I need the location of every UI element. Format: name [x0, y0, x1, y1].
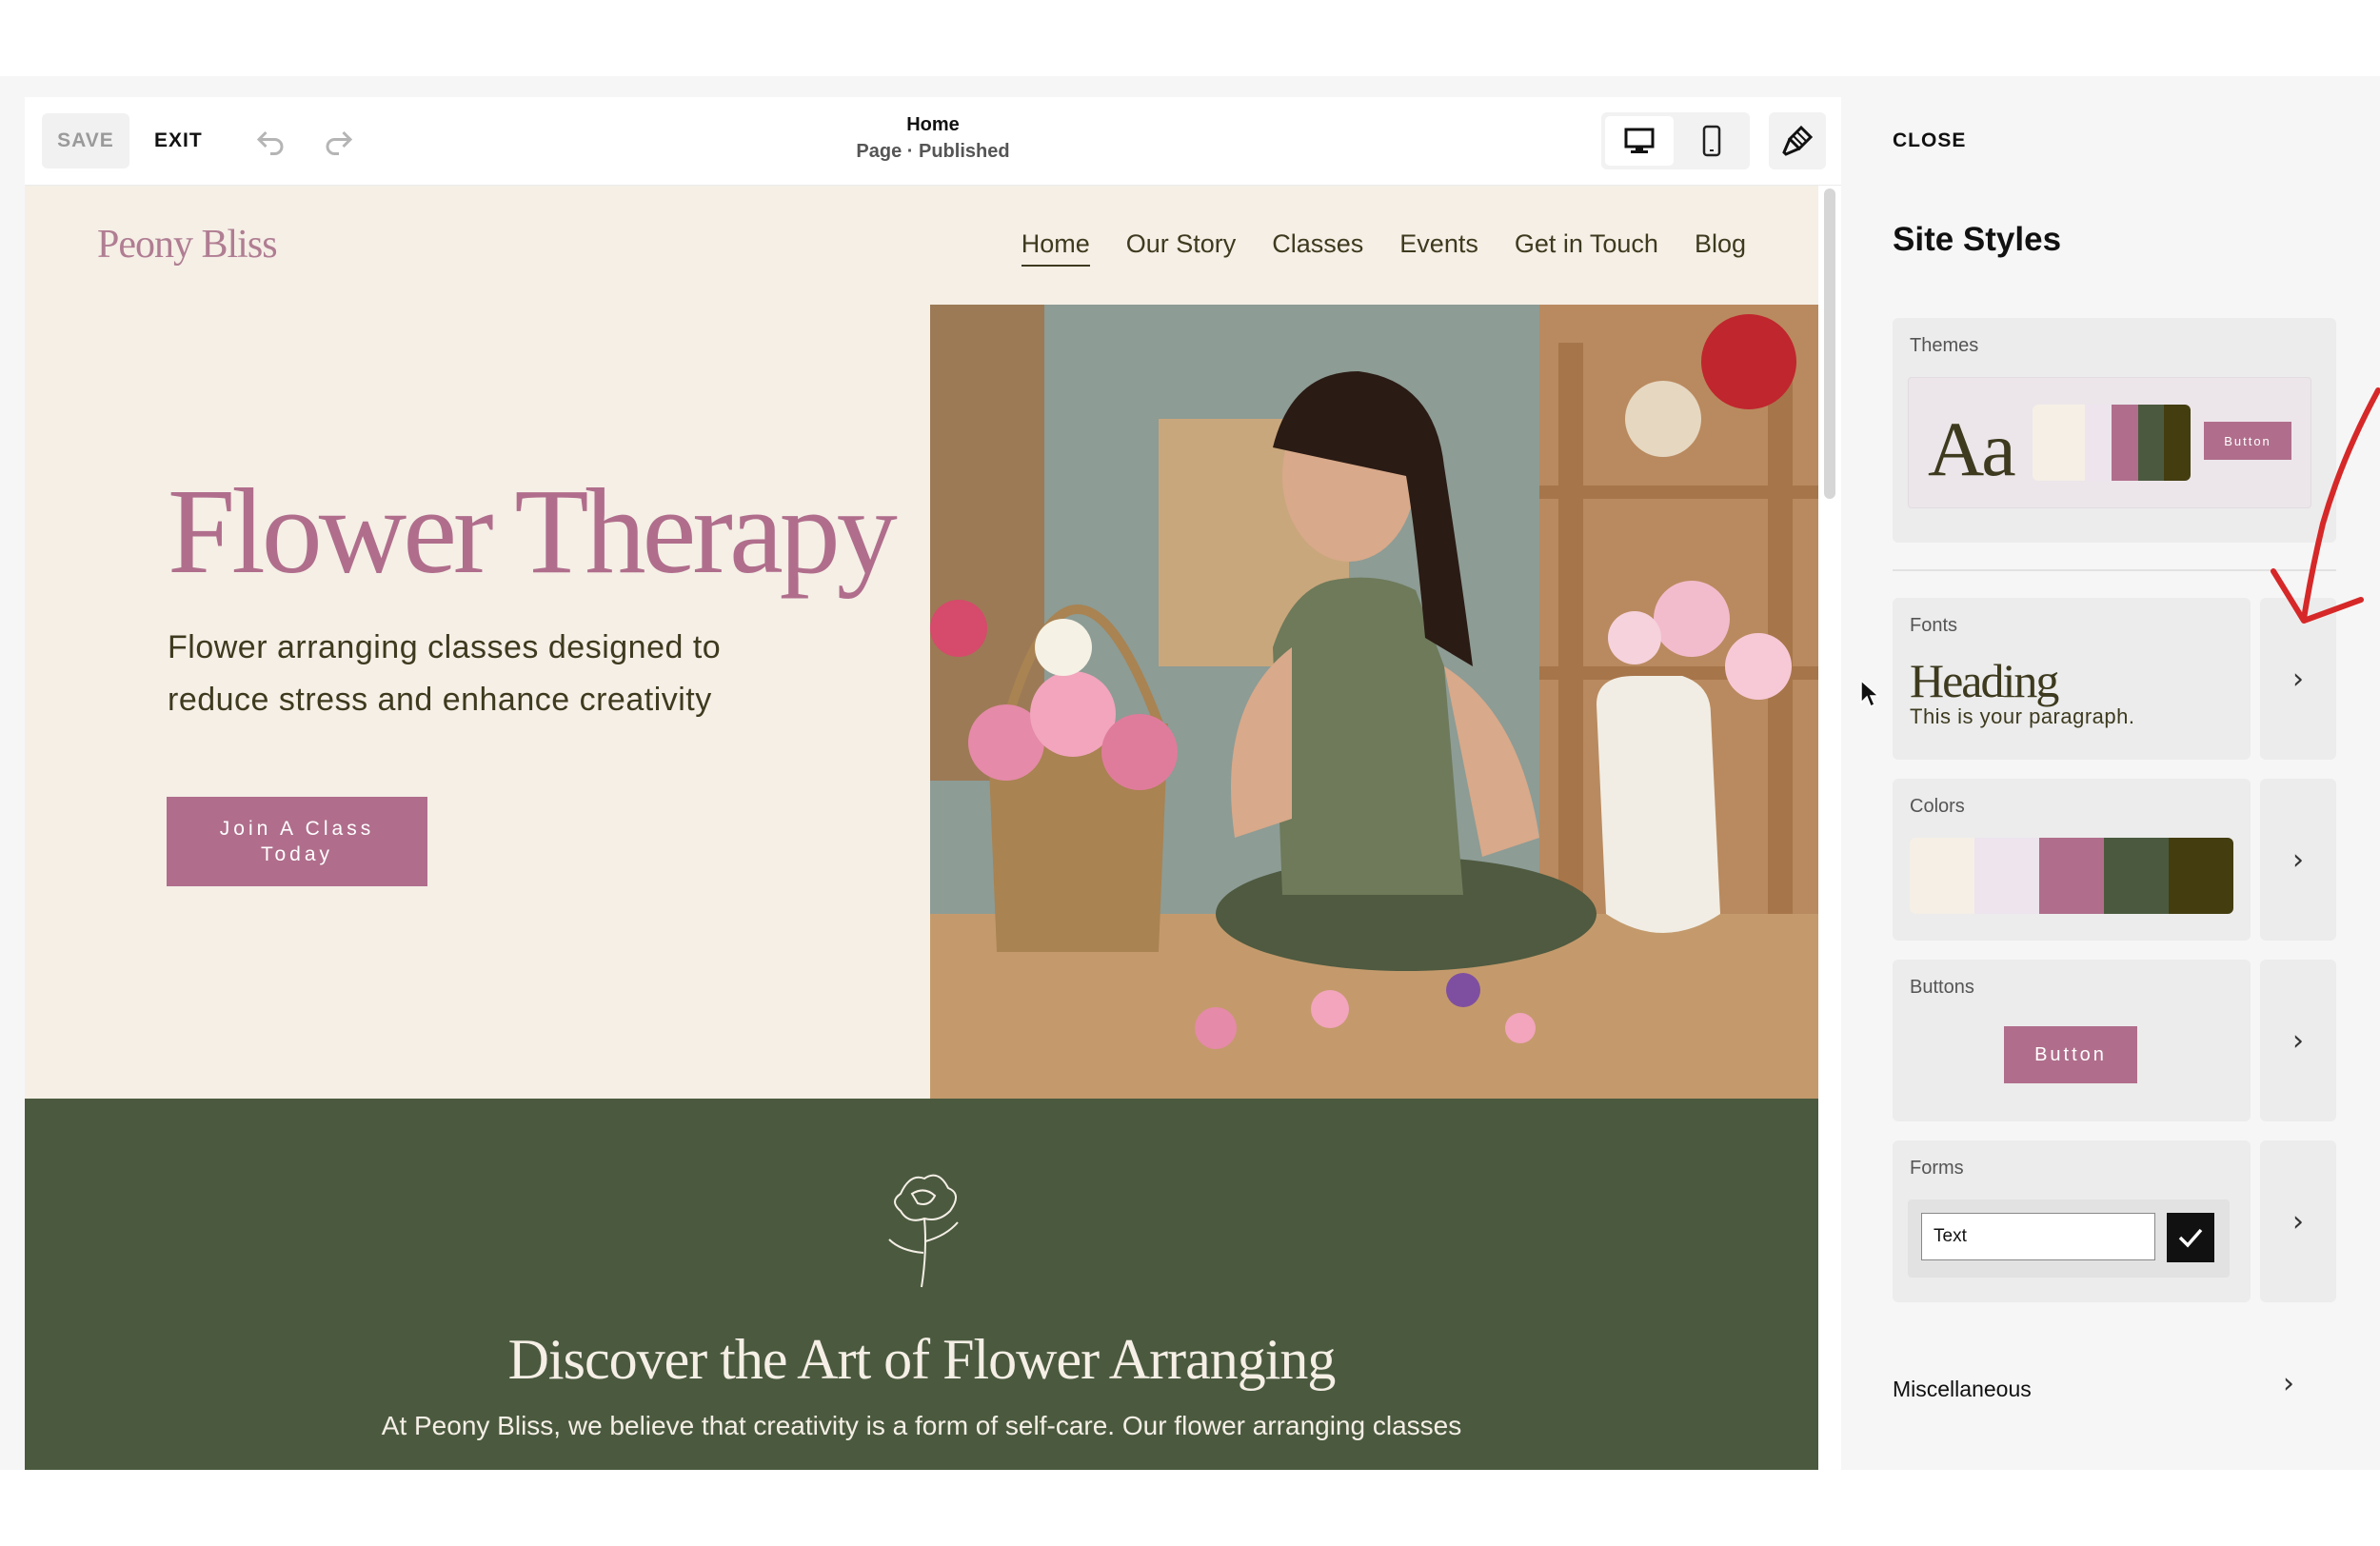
font-paragraph-sample: This is your paragraph.	[1910, 704, 2135, 728]
checkmark-icon	[2167, 1213, 2214, 1262]
section-body: At Peony Bliss, we believe that creativi…	[381, 1411, 1462, 1440]
font-heading-sample: Heading	[1910, 654, 2059, 707]
nav-classes[interactable]: Classes	[1272, 229, 1363, 267]
colors-card[interactable]: Colors	[1893, 779, 2251, 941]
color-palette	[1910, 838, 2233, 914]
form-text-sample: Text	[1921, 1213, 2155, 1260]
hero-image	[930, 305, 1818, 1099]
chevron-right-icon: ›	[2292, 842, 2304, 877]
nav-events[interactable]: Events	[1399, 229, 1478, 267]
site-logo[interactable]: Peony Bliss	[97, 222, 278, 268]
mobile-icon	[1702, 125, 1721, 157]
desktop-view-button[interactable]	[1605, 116, 1674, 166]
nav-blog[interactable]: Blog	[1695, 229, 1746, 267]
section-title: Discover the Art of Flower Arranging	[507, 1328, 1337, 1391]
chevron-right-icon: ›	[2292, 1204, 2304, 1239]
buttons-card[interactable]: Buttons Button	[1893, 960, 2251, 1121]
forms-card[interactable]: Forms Text	[1893, 1140, 2251, 1302]
theme-font-sample: Aa	[1928, 406, 2016, 492]
editor-frame: SAVE EXIT Home Page · Published Peony Bl…	[25, 97, 1841, 1470]
page-status: Page · Published	[856, 141, 1010, 162]
chevron-right-icon[interactable]: ›	[2283, 1367, 2294, 1400]
miscellaneous-link[interactable]: Miscellaneous	[1893, 1377, 2032, 1402]
hero-title: Flower Therapy	[168, 464, 898, 599]
nav-our-story[interactable]: Our Story	[1126, 229, 1237, 267]
site-styles-panel: CLOSE Site Styles Themes Aa Button Fonts…	[1841, 76, 2380, 1470]
panel-title: Site Styles	[1893, 221, 2062, 258]
forms-label: Forms	[1910, 1158, 1964, 1179]
page-title[interactable]: Home	[25, 114, 1841, 136]
mouse-cursor-icon	[1860, 680, 1879, 708]
colors-expand-button[interactable]: ›	[2260, 779, 2336, 941]
mobile-view-button[interactable]	[1677, 116, 1746, 166]
annotation-arrow	[2271, 387, 2380, 624]
site-styles-button[interactable]	[1769, 112, 1826, 169]
themes-label: Themes	[1910, 335, 1979, 356]
button-style-sample: Button	[2004, 1026, 2137, 1083]
theme-preview[interactable]: Aa Button	[1908, 377, 2311, 508]
nav-get-in-touch[interactable]: Get in Touch	[1515, 229, 1658, 267]
colors-label: Colors	[1910, 796, 1965, 817]
forms-expand-button[interactable]: ›	[2260, 1140, 2336, 1302]
editor-toolbar: SAVE EXIT Home Page · Published	[25, 97, 1841, 186]
fonts-label: Fonts	[1910, 615, 1958, 636]
florist-photo	[930, 305, 1818, 1099]
site-preview[interactable]: Peony Bliss Home Our Story Classes Event…	[25, 186, 1818, 1470]
form-style-sample: Text	[1908, 1199, 2230, 1278]
chevron-right-icon: ›	[2292, 662, 2304, 696]
intro-section: Discover the Art of Flower Arranging At …	[25, 1099, 1818, 1470]
nav-home[interactable]: Home	[1021, 229, 1090, 267]
hero-subtitle: Flower arranging classes designed to red…	[168, 629, 722, 718]
paintbrush-icon	[1782, 125, 1814, 156]
chevron-right-icon: ›	[2292, 1023, 2304, 1058]
buttons-expand-button[interactable]: ›	[2260, 960, 2336, 1121]
fonts-card[interactable]: Fonts Heading This is your paragraph.	[1893, 598, 2251, 760]
buttons-label: Buttons	[1910, 977, 1974, 998]
device-toggle	[1601, 112, 1750, 169]
peony-flower-icon	[888, 1174, 959, 1288]
site-nav: Home Our Story Classes Events Get in Tou…	[1021, 229, 1746, 267]
desktop-icon	[1624, 128, 1655, 153]
theme-color-swatches	[2033, 405, 2191, 481]
preview-scrollbar[interactable]	[1824, 188, 1835, 499]
join-class-label: Join A Class Today	[219, 818, 375, 865]
join-class-button[interactable]: Join A Class Today	[167, 797, 427, 886]
close-button[interactable]: CLOSE	[1893, 129, 1966, 152]
